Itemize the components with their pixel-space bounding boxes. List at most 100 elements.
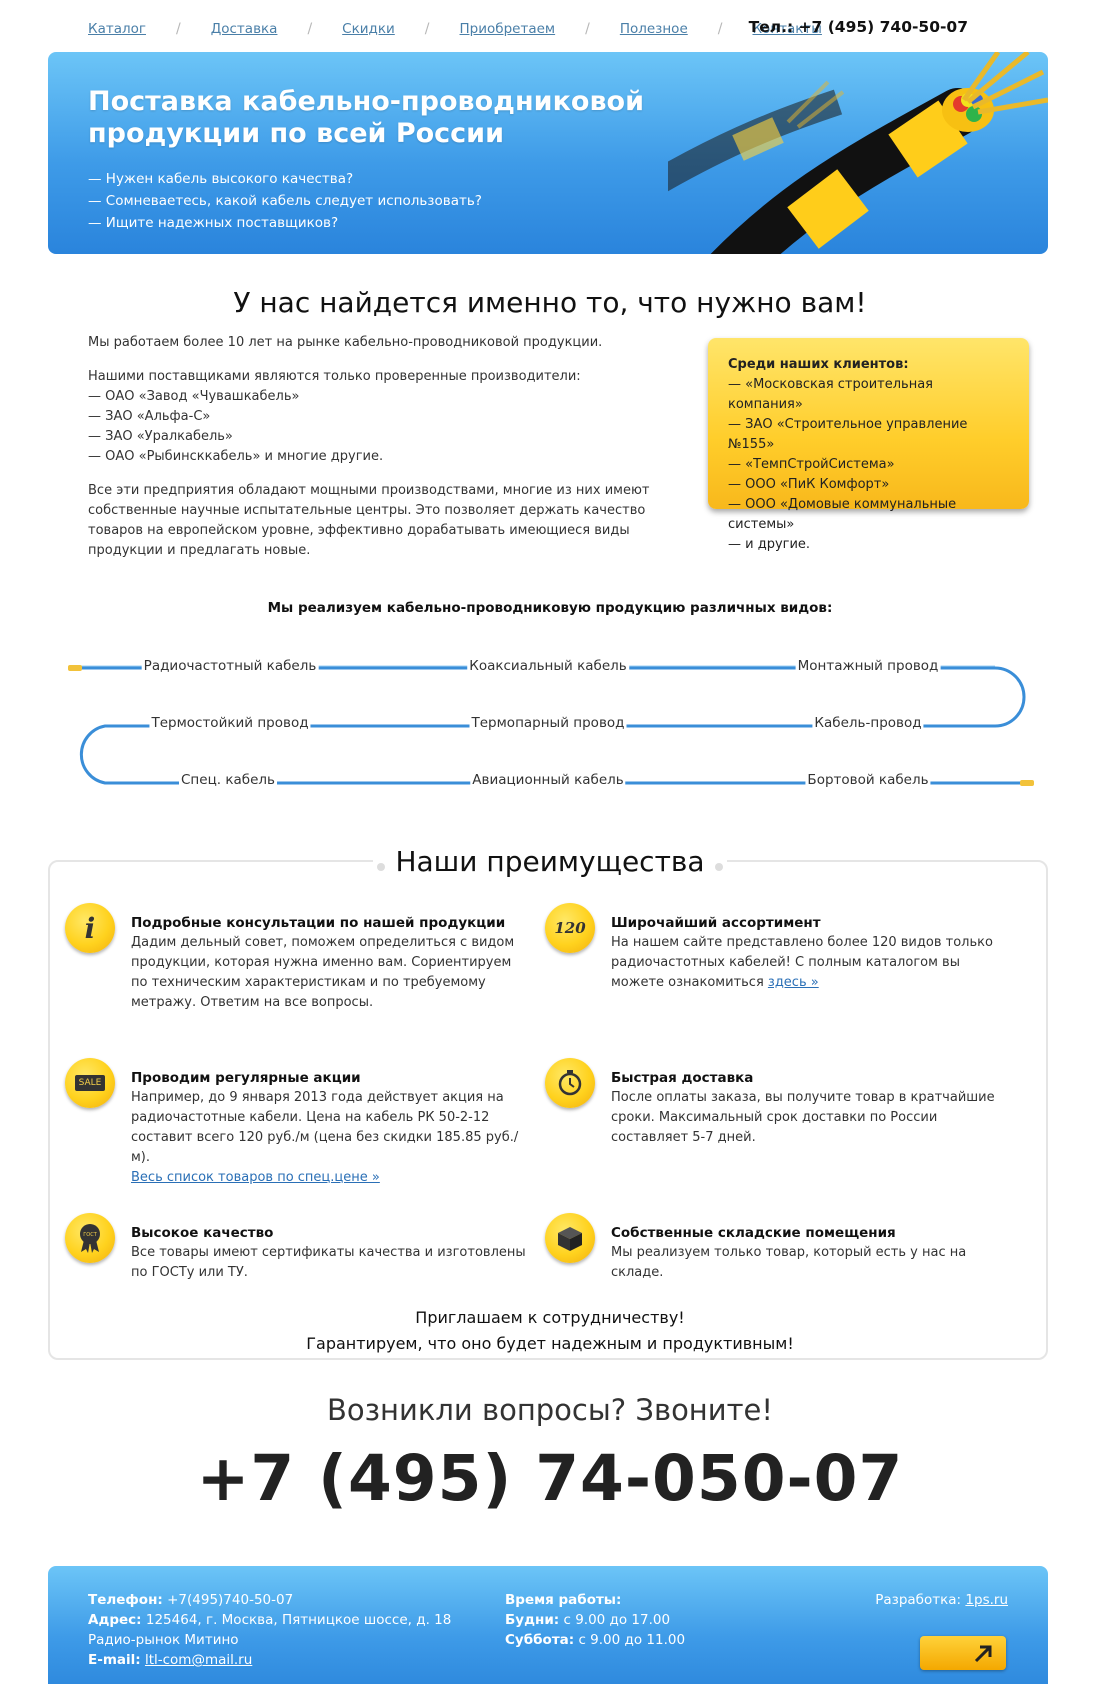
client-item: — «ТемпСтройСистема»: [728, 457, 895, 472]
client-item: — и другие.: [728, 537, 811, 552]
footer-address: 125464, г. Москва, Пятницкое шоссе, д. 1…: [141, 1612, 452, 1628]
advantage-title: Высокое качество: [131, 1225, 274, 1241]
suppliers-list: Нашими поставщиками являются только пров…: [88, 367, 688, 467]
sale-icon: SALE: [65, 1058, 115, 1108]
advantage-title: Собственные складские помещения: [611, 1225, 896, 1241]
advantage-text: Дадим дельный совет, поможем определитьс…: [131, 935, 515, 1010]
supplier-item: — ОАО «Рыбинсккабель» и многие другие.: [88, 449, 384, 464]
clients-title: Среди наших клиентов:: [728, 357, 909, 372]
client-item: — ООО «ПиК Комфорт»: [728, 477, 890, 492]
advantage-item: 120 Широчайший ассортимент На нашем сайт…: [545, 903, 1011, 993]
footer-phone-label: Телефон:: [88, 1592, 163, 1608]
advantage-title: Подробные консультации по нашей продукци…: [131, 915, 506, 931]
nav-link-purchase[interactable]: Приобретаем: [460, 21, 556, 37]
invitation-line: Приглашаем к сотрудничеству!: [415, 1308, 685, 1327]
footer-address-label: Адрес:: [88, 1612, 142, 1628]
client-item: — «Московская строительная компания»: [728, 377, 933, 412]
banner-bullet: — Ищите надежных поставщиков?: [88, 215, 339, 231]
assortment-120-icon: 120: [545, 903, 595, 953]
cable-illustration: [668, 52, 1048, 254]
product-link[interactable]: Бортовой кабель: [805, 772, 931, 788]
advantages-heading-wrap: Наши преимущества: [0, 845, 1100, 878]
developer-label: Разработка:: [875, 1592, 962, 1608]
nav-separator: /: [717, 21, 723, 37]
nav-separator: /: [175, 21, 181, 37]
product-link[interactable]: Коаксиальный кабель: [467, 658, 629, 674]
product-link[interactable]: Термостойкий провод: [149, 715, 311, 731]
advantage-text: На нашем сайте представлено более 120 ви…: [611, 935, 993, 990]
advantage-text: Например, до 9 января 2013 года действуе…: [131, 1090, 519, 1165]
supplier-item: — ОАО «Завод «Чувашкабель»: [88, 389, 300, 404]
footer-address-line2: Радио-рынок Митино: [88, 1632, 239, 1648]
nav-separator: /: [424, 21, 430, 37]
invitation-line: Гарантируем, что оно будет надежным и пр…: [306, 1334, 794, 1353]
nav-link-discounts[interactable]: Скидки: [342, 21, 395, 37]
footer-email-link[interactable]: ltl-com@mail.ru: [145, 1652, 252, 1668]
intro-text: Мы работаем более 10 лет на рынке кабель…: [88, 333, 688, 575]
developer-link[interactable]: 1ps.ru: [965, 1592, 1008, 1608]
product-link[interactable]: Кабель-провод: [812, 715, 924, 731]
product-link[interactable]: Монтажный провод: [795, 658, 941, 674]
supplier-item: — ЗАО «Уралкабель»: [88, 429, 233, 444]
advantage-item: i Подробные консультации по нашей продук…: [65, 903, 531, 1013]
advantage-title: Быстрая доставка: [611, 1070, 754, 1086]
questions-heading: Возникли вопросы? Звоните!: [327, 1393, 773, 1427]
footer-hours: Время работы: Будни: с 9.00 до 17.00 Суб…: [505, 1590, 685, 1650]
header-phone: Тел.: +7 (495) 740-50-07: [748, 18, 968, 36]
intro-paragraph: Все эти предприятия обладают мощными про…: [88, 483, 650, 558]
advantage-item: Быстрая доставка После оплаты заказа, вы…: [545, 1058, 1011, 1148]
nav-link-catalog[interactable]: Каталог: [88, 21, 146, 37]
catalog-link[interactable]: здесь »: [768, 975, 819, 990]
advantage-text: Мы реализуем только товар, который есть …: [611, 1245, 967, 1280]
saturday-hours: с 9.00 до 11.00: [574, 1632, 686, 1648]
advantage-text: Все товары имеют сертификаты качества и …: [131, 1245, 526, 1280]
footer-phone: +7(495)740-50-07: [162, 1592, 294, 1608]
svg-text:ГОСТ: ГОСТ: [83, 1232, 97, 1238]
product-link[interactable]: Авиационный кабель: [470, 772, 626, 788]
weekdays-label: Будни:: [505, 1612, 560, 1628]
arrow-up-right-icon: [974, 1645, 992, 1663]
footer-contacts: Телефон: +7(495)740-50-07 Адрес: 125464,…: [88, 1590, 451, 1670]
invitation-text: Приглашаем к сотрудничеству! Гарантируем…: [0, 1305, 1100, 1357]
intro-heading: У нас найдется именно то, что нужно вам!: [233, 286, 867, 319]
suppliers-lead: Нашими поставщиками являются только пров…: [88, 369, 581, 384]
special-price-link[interactable]: Весь список товаров по спец.цене »: [131, 1168, 531, 1188]
supplier-item: — ЗАО «Альфа-С»: [88, 409, 211, 424]
product-link[interactable]: Радиочастотный кабель: [141, 658, 319, 674]
top-navigation: Каталог / Доставка / Скидки / Приобретаем / …: [88, 18, 822, 40]
footer-developer: Разработка: 1ps.ru: [875, 1590, 1008, 1610]
nav-link-useful[interactable]: Полезное: [620, 21, 688, 37]
nav-separator: /: [585, 21, 590, 37]
hours-title: Время работы:: [505, 1592, 622, 1608]
nav-separator: /: [307, 21, 313, 37]
client-item: — ООО «Домовые коммунальные системы»: [728, 497, 957, 532]
footer: Телефон: +7(495)740-50-07 Адрес: 125464,…: [48, 1566, 1048, 1684]
saturday-label: Суббота:: [505, 1632, 575, 1648]
intro-paragraph: Мы работаем более 10 лет на рынке кабель…: [88, 335, 603, 350]
client-item: — ЗАО «Строительное управление №155»: [728, 417, 968, 452]
products-heading: Мы реализуем кабельно-проводниковую прод…: [267, 600, 833, 616]
banner-bullet: — Нужен кабель высокого качества?: [88, 171, 354, 187]
banner-bullets: — Нужен кабель высокого качества? — Сомн…: [88, 168, 482, 234]
nav-link-delivery[interactable]: Доставка: [211, 21, 278, 37]
clock-icon: [545, 1058, 595, 1108]
advantage-item: SALE Проводим регулярные акции Например,…: [65, 1058, 531, 1188]
advantages-heading: Наши преимущества: [373, 845, 727, 878]
product-link[interactable]: Спец. кабель: [179, 772, 277, 788]
hero-banner: Поставка кабельно-проводниковой продукци…: [48, 52, 1048, 254]
banner-title: Поставка кабельно-проводниковой продукци…: [88, 86, 644, 149]
info-icon: i: [65, 903, 115, 953]
gost-seal-icon: ГОСТ: [65, 1213, 115, 1263]
advantage-title: Проводим регулярные акции: [131, 1070, 361, 1086]
big-phone-number: +7 (495) 74-050-07: [196, 1442, 904, 1515]
clients-box: Среди наших клиентов: — «Московская стро…: [708, 338, 1029, 552]
footer-arrow-button[interactable]: [920, 1636, 1006, 1670]
advantage-item: Собственные складские помещения Мы реали…: [545, 1213, 1011, 1283]
banner-bullet: — Сомневаетесь, какой кабель следует исп…: [88, 193, 482, 209]
product-link[interactable]: Термопарный провод: [469, 715, 627, 731]
advantage-item: ГОСТ Высокое качество Все товары имеют с…: [65, 1213, 531, 1283]
advantage-text: После оплаты заказа, вы получите товар в…: [611, 1090, 995, 1145]
footer-email-label: E-mail:: [88, 1652, 141, 1668]
weekdays-hours: с 9.00 до 17.00: [559, 1612, 671, 1628]
advantage-title: Широчайший ассортимент: [611, 915, 821, 931]
